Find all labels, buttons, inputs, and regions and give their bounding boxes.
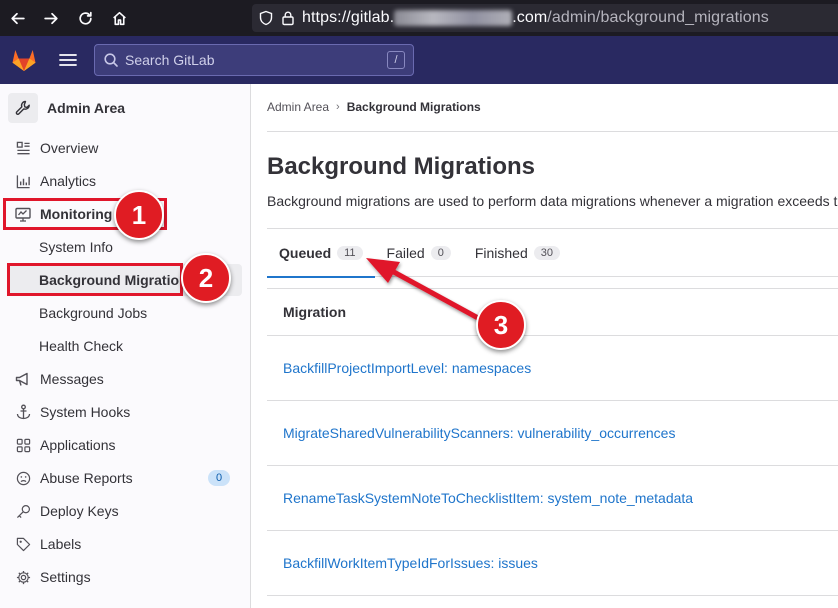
- slight-frown-icon: [14, 469, 32, 487]
- menu-hamburger-icon[interactable]: [50, 42, 86, 78]
- sidebar-item-analytics[interactable]: Analytics: [8, 165, 242, 197]
- page-description: Background migrations are used to perfor…: [267, 193, 838, 209]
- sidebar-item-label: Overview: [40, 140, 99, 156]
- tab-label: Queued: [279, 245, 332, 261]
- sidebar-subitem-label: Background Migrations: [39, 272, 196, 288]
- overview-icon: [14, 139, 32, 157]
- sidebar-subitem-health-check[interactable]: Health Check: [8, 330, 242, 362]
- sidebar-item-system-hooks[interactable]: System Hooks: [8, 396, 242, 428]
- migrations-table: Migration BackfillProjectImportLevel: na…: [267, 288, 838, 596]
- home-icon[interactable]: [102, 0, 136, 36]
- sidebar-item-label: System Hooks: [40, 404, 131, 420]
- sidebar-item-applications[interactable]: Applications: [8, 429, 242, 461]
- breadcrumb-root-link[interactable]: Admin Area: [267, 100, 329, 114]
- sidebar-item-abuse-reports[interactable]: Abuse Reports 0: [8, 462, 242, 494]
- anchor-icon: [14, 403, 32, 421]
- table-row: BackfillWorkItemTypeIdForIssues: issues: [267, 531, 838, 596]
- sidebar-item-label: Deploy Keys: [40, 503, 119, 519]
- sidebar-header[interactable]: Admin Area: [0, 84, 250, 132]
- search-icon: [103, 52, 119, 68]
- address-bar[interactable]: https://gitlab. .com/admin/background_mig…: [252, 4, 838, 32]
- sidebar-item-label: Monitoring: [40, 206, 113, 222]
- search-placeholder: Search GitLab: [125, 52, 215, 68]
- url-prefix: https://gitlab.: [302, 9, 395, 26]
- redacted-host: [394, 9, 513, 26]
- search-input[interactable]: Search GitLab /: [94, 44, 414, 76]
- applications-icon: [14, 436, 32, 454]
- table-row: BackfillProjectImportLevel: namespaces: [267, 336, 838, 401]
- tab-count-badge: 11: [337, 246, 363, 260]
- key-icon: [14, 502, 32, 520]
- chevron-right-icon: ›: [336, 101, 340, 113]
- migration-tabs: Queued 11 Failed 0 Finished 30: [267, 229, 838, 278]
- sidebar-subitem-label: System Info: [39, 239, 113, 255]
- wrench-icon: [8, 93, 38, 123]
- tab-count-badge: 30: [533, 246, 560, 260]
- table-row: MigrateSharedVulnerabilityScanners: vuln…: [267, 401, 838, 466]
- monitor-icon: [14, 205, 32, 223]
- gitlab-logo-icon[interactable]: [0, 36, 48, 84]
- migration-link[interactable]: BackfillWorkItemTypeIdForIssues: issues: [283, 555, 538, 571]
- step-marker-1: 1: [114, 190, 164, 240]
- tab-finished[interactable]: Finished 30: [463, 229, 572, 277]
- search-shortcut-hint: /: [387, 51, 405, 69]
- sidebar-item-label: Messages: [40, 371, 104, 387]
- divider: [267, 131, 838, 132]
- sidebar-item-settings[interactable]: Settings: [8, 561, 242, 593]
- migration-link[interactable]: MigrateSharedVulnerabilityScanners: vuln…: [283, 425, 675, 441]
- forward-arrow-icon[interactable]: [34, 0, 68, 36]
- breadcrumb-current: Background Migrations: [346, 100, 481, 114]
- gitlab-header: Search GitLab /: [0, 36, 838, 84]
- sidebar-item-messages[interactable]: Messages: [8, 363, 242, 395]
- sidebar-title: Admin Area: [47, 100, 126, 116]
- migration-link[interactable]: BackfillProjectImportLevel: namespaces: [283, 360, 531, 376]
- sidebar-item-overview[interactable]: Overview: [8, 132, 242, 164]
- gear-icon: [14, 568, 32, 586]
- back-arrow-icon[interactable]: [0, 0, 34, 36]
- bullhorn-icon: [14, 370, 32, 388]
- chart-icon: [14, 172, 32, 190]
- lock-icon: [280, 10, 296, 26]
- tab-count-badge: 0: [430, 246, 451, 260]
- tab-queued[interactable]: Queued 11: [267, 229, 375, 278]
- abuse-reports-count-badge: 0: [208, 470, 230, 486]
- sidebar-item-label: Labels: [40, 536, 82, 552]
- table-header-migration: Migration: [267, 288, 838, 336]
- table-row: RenameTaskSystemNoteToChecklistItem: sys…: [267, 466, 838, 531]
- reload-icon[interactable]: [68, 0, 102, 36]
- sidebar-item-labels[interactable]: Labels: [8, 528, 242, 560]
- tab-label: Failed: [386, 245, 425, 261]
- tab-failed[interactable]: Failed 0: [375, 229, 463, 277]
- step-marker-2: 2: [181, 253, 231, 303]
- page-title: Background Migrations: [267, 153, 536, 180]
- sidebar-item-label: Applications: [40, 437, 116, 453]
- tab-label: Finished: [474, 245, 528, 261]
- sidebar-item-label: Settings: [40, 569, 91, 585]
- url-text: https://gitlab. .com/admin/background_mig…: [302, 9, 769, 27]
- label-icon: [14, 535, 32, 553]
- url-path: /admin/background_migrations: [547, 9, 769, 26]
- admin-sidebar: Admin Area Overview Analytics Monitoring…: [0, 84, 251, 608]
- shield-icon: [258, 10, 274, 26]
- migration-link[interactable]: RenameTaskSystemNoteToChecklistItem: sys…: [283, 490, 693, 506]
- browser-toolbar: https://gitlab. .com/admin/background_mig…: [0, 0, 838, 36]
- sidebar-item-deploy-keys[interactable]: Deploy Keys: [8, 495, 242, 527]
- sidebar-subitem-label: Health Check: [39, 338, 124, 354]
- step-marker-3: 3: [476, 300, 526, 350]
- main-content: Admin Area › Background Migrations Backg…: [251, 84, 838, 608]
- sidebar-item-label: Analytics: [40, 173, 97, 189]
- sidebar-item-label: Abuse Reports: [40, 470, 133, 486]
- sidebar-subitem-label: Background Jobs: [39, 305, 148, 321]
- breadcrumb: Admin Area › Background Migrations: [267, 100, 481, 114]
- url-suffix: .com: [512, 9, 548, 26]
